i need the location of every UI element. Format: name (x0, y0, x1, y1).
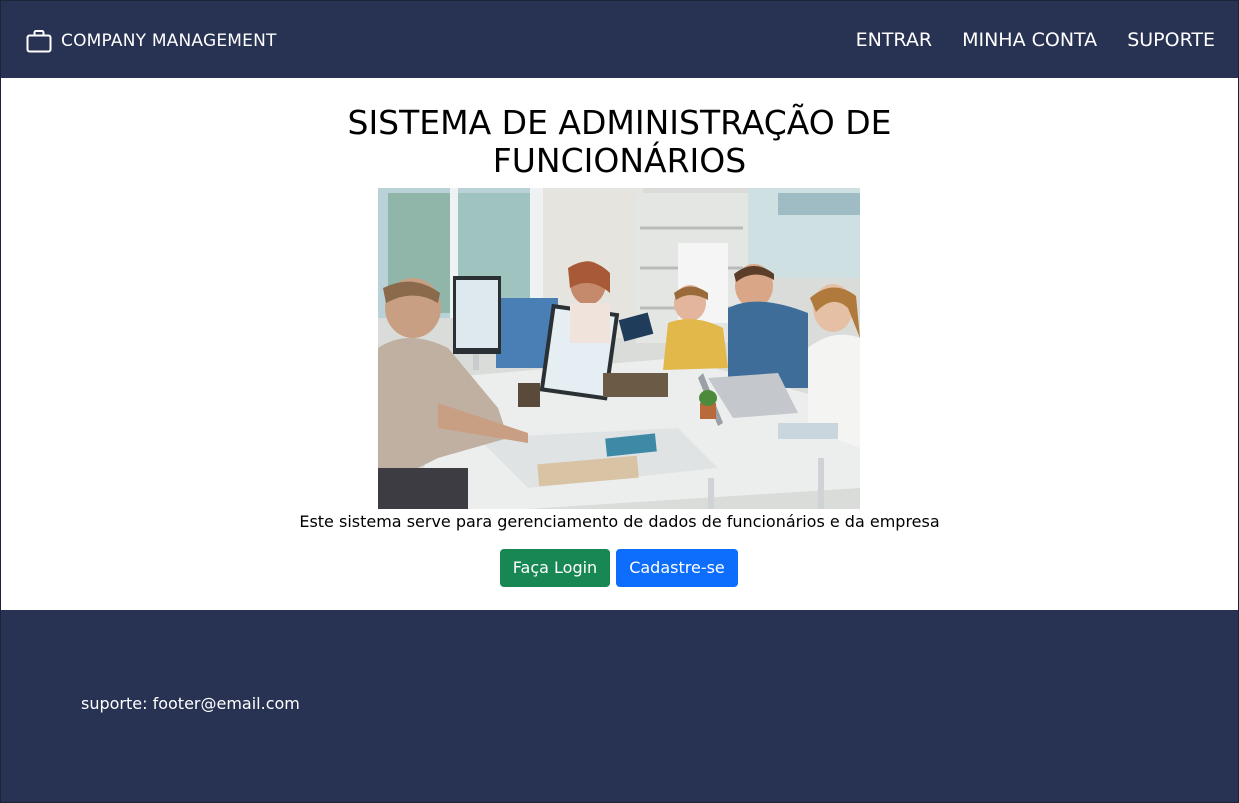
hero-image (378, 188, 860, 509)
action-buttons: Faça Login Cadastre-se (500, 549, 738, 587)
nav-link-suporte[interactable]: SUPORTE (1127, 28, 1215, 52)
page-title-line-2: FUNCIONÁRIOS (492, 141, 747, 180)
brand-name: COMPANY MANAGEMENT (61, 31, 277, 51)
brand-link[interactable]: COMPANY MANAGEMENT (26, 29, 277, 53)
description-text: Este sistema serve para gerenciamento de… (299, 512, 940, 531)
login-button[interactable]: Faça Login (500, 549, 610, 587)
signup-button[interactable]: Cadastre-se (616, 549, 738, 587)
page-title: SISTEMA DE ADMINISTRAÇÃO DE FUNCIONÁRIOS (1, 104, 1238, 180)
nav-link-minha-conta[interactable]: MINHA CONTA (962, 28, 1097, 52)
nav-link-entrar[interactable]: ENTRAR (856, 28, 932, 52)
footer: suporte: footer@email.com (1, 610, 1238, 802)
footer-support-text: suporte: footer@email.com (81, 694, 300, 713)
main-content: SISTEMA DE ADMINISTRAÇÃO DE FUNCIONÁRIOS (1, 78, 1238, 610)
page-title-line-1: SISTEMA DE ADMINISTRAÇÃO DE (347, 103, 892, 142)
page: COMPANY MANAGEMENT ENTRAR MINHA CONTA SU… (0, 0, 1239, 803)
navbar: COMPANY MANAGEMENT ENTRAR MINHA CONTA SU… (1, 1, 1238, 78)
briefcase-icon (26, 29, 52, 53)
nav-links: ENTRAR MINHA CONTA SUPORTE (856, 28, 1215, 52)
